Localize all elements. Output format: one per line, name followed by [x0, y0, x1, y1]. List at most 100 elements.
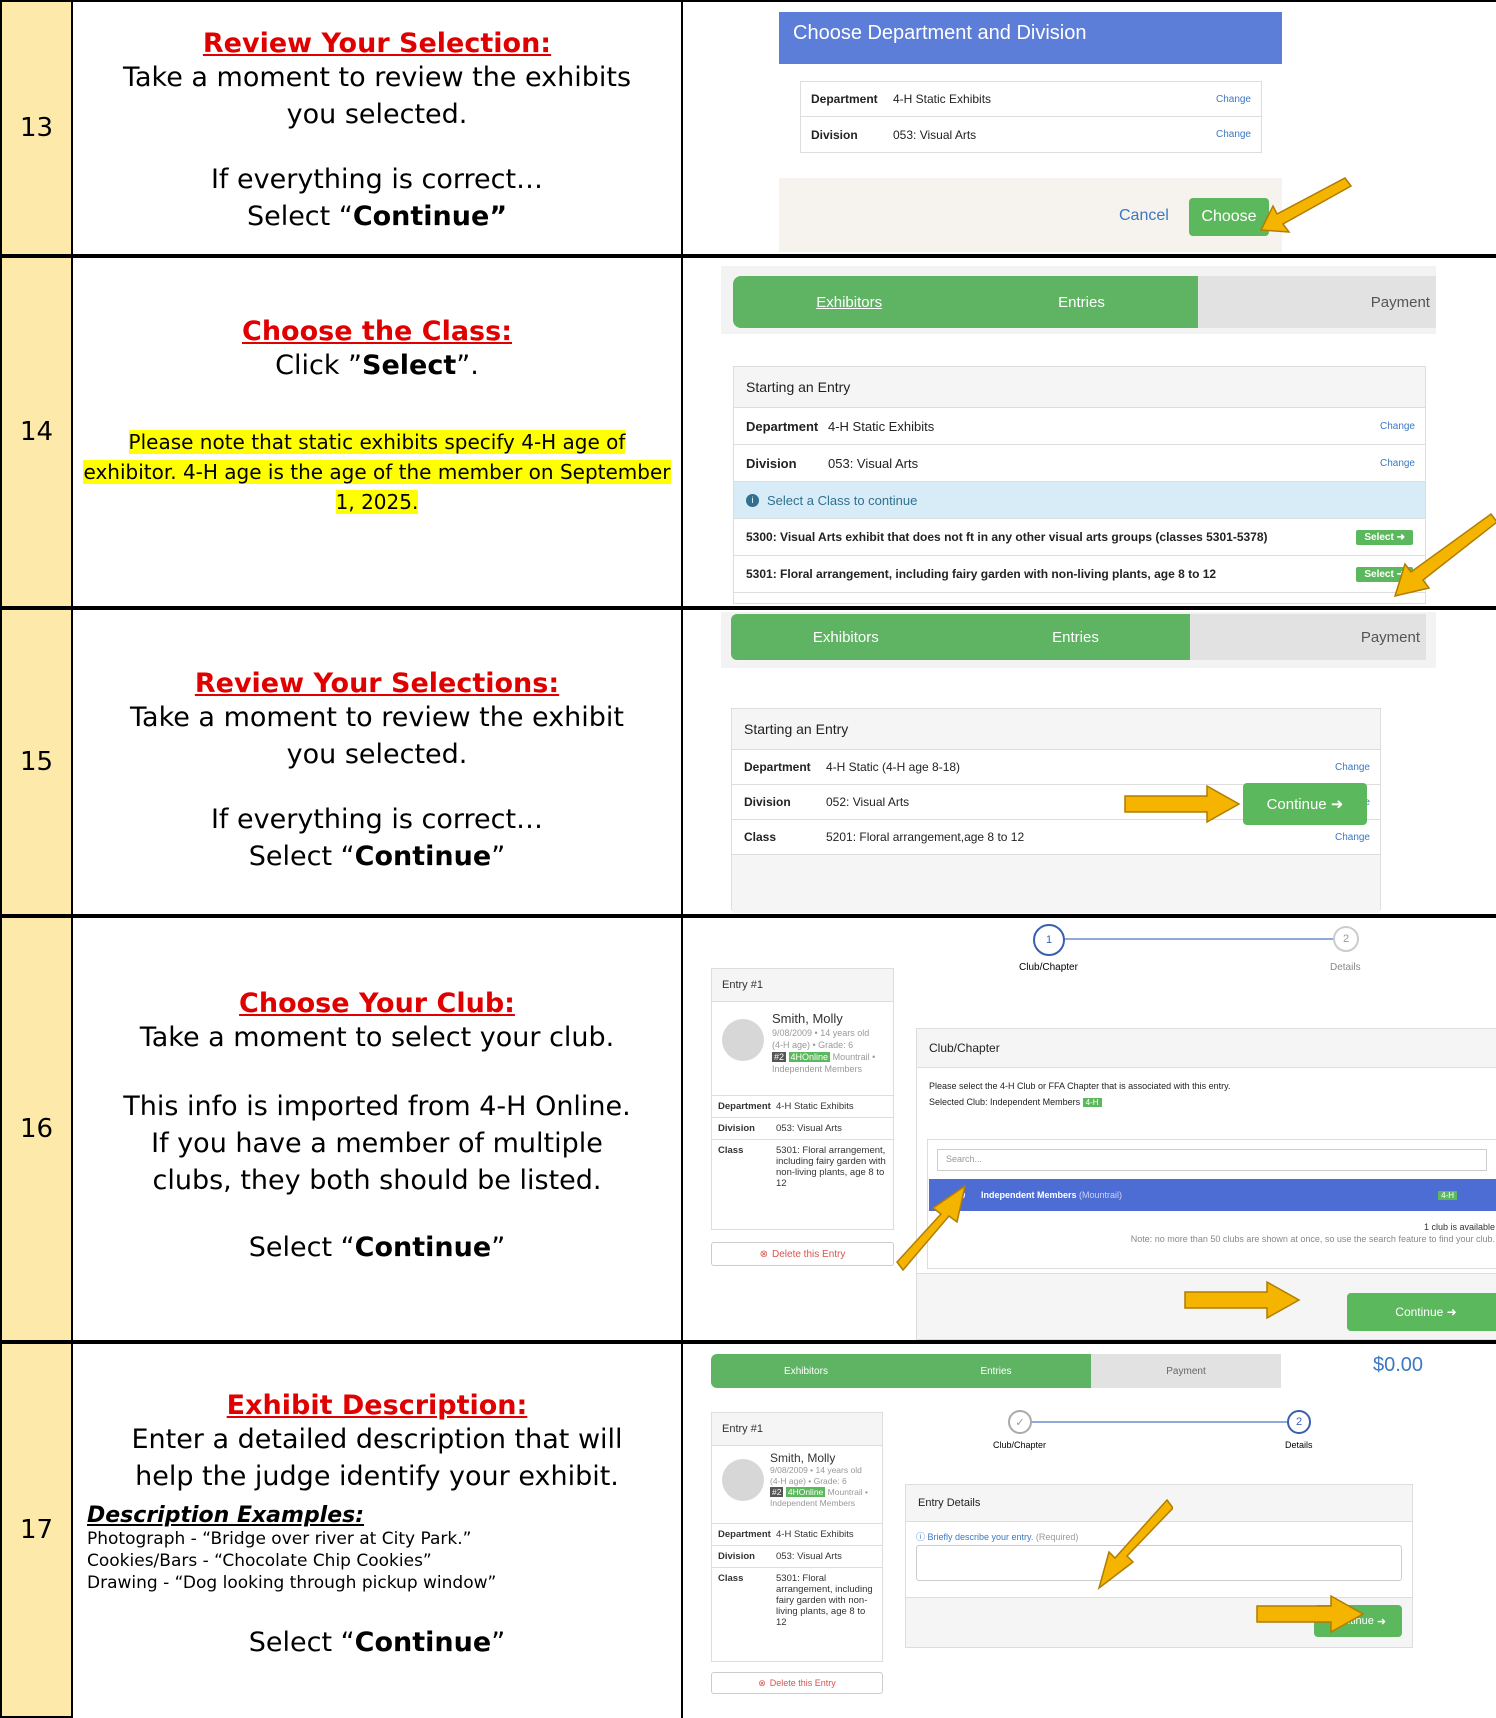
instruction-text: This info is imported from 4-H Online.: [123, 1091, 631, 1122]
pointer-arrow-icon: [1124, 784, 1241, 824]
instruction-cell: Review Your Selection: Take a moment to …: [73, 0, 681, 256]
step-heading: Choose the Class:: [242, 316, 512, 347]
exhibitor-info: 9/08/2009 • 14 years old (4-H age) • Grad…: [770, 1465, 868, 1508]
instruction-text: you selected.: [286, 739, 468, 770]
instruction-text: If everything is correct…: [210, 164, 544, 195]
step-heading: Choose Your Club:: [239, 988, 515, 1019]
row-17: 17 Exhibit Description: Enter a detailed…: [0, 1342, 1496, 1718]
step-circle: 2: [1333, 926, 1359, 952]
step-exhibitors[interactable]: Exhibitors: [733, 276, 966, 328]
change-link[interactable]: Change: [1216, 94, 1251, 105]
exhibitor-name: Smith, Molly: [770, 1451, 836, 1465]
checkmark-icon: ✓: [1008, 1410, 1032, 1434]
panel-title: Club/Chapter: [917, 1029, 1496, 1068]
step-label: Details: [1285, 1440, 1313, 1450]
instruction-text: If you have a member of multiple: [151, 1128, 603, 1159]
selection-table: Department 4-H Static Exhibits Change Divi…: [800, 81, 1262, 153]
step-payment: Payment: [1190, 614, 1427, 660]
change-link[interactable]: Change: [1380, 458, 1415, 469]
entry-title: Entry #1: [712, 969, 893, 1002]
step-label: Details: [1330, 962, 1361, 973]
step-label: Club/Chapter: [993, 1440, 1047, 1450]
row-16: 16 Choose Your Club: Take a moment to se…: [0, 916, 1496, 1342]
instruction-text: you selected.: [286, 99, 468, 130]
step-number: 15: [0, 608, 73, 916]
step-entries: Entries: [960, 614, 1191, 660]
class-option: 5300: Visual Arts exhibit that does not …: [746, 530, 1268, 544]
instruction-text: If everything is correct…: [210, 804, 544, 835]
avatar: [722, 1459, 764, 1501]
delete-entry-button[interactable]: ⊗ Delete this Entry: [711, 1242, 894, 1266]
step-heading: Review Your Selections:: [194, 668, 560, 699]
progress-steps: Exhibitors Entries Payment: [731, 614, 1427, 660]
info-icon: ⓘ: [916, 1532, 928, 1542]
row-15: 15 Review Your Selections: Take a moment…: [0, 608, 1496, 916]
step-circle: 1: [1033, 924, 1065, 956]
panel-title: Starting an Entry: [732, 709, 1380, 750]
entry-title: Entry #1: [712, 1413, 882, 1446]
step-number: 14: [0, 256, 73, 608]
instruction-text: help the judge identify your exhibit.: [135, 1461, 619, 1492]
instruction-text: Take a moment to review the exhibit: [130, 702, 624, 733]
instruction-cell: Review Your Selections: Take a moment to…: [73, 608, 681, 916]
change-link[interactable]: Change: [1216, 129, 1251, 140]
example-text: Cookies/Bars - “Chocolate Chip Cookies”: [87, 1551, 432, 1571]
club-row[interactable]: Independent Members (Mountrail) 4-H: [929, 1179, 1496, 1211]
continue-button[interactable]: Continue ➜: [1347, 1293, 1496, 1331]
delete-entry-button[interactable]: ⊗ Delete this Entry: [711, 1672, 883, 1694]
exhibitor-info: 9/08/2009 • 14 years old (4-H age) • Grad…: [772, 1028, 876, 1074]
instruction-text: Select “Continue”: [246, 201, 508, 232]
instruction-text: Click ”Select”.: [275, 350, 479, 381]
entry-card: Entry #1 Smith, Molly 9/08/2009 • 14 yea…: [711, 1412, 883, 1662]
instruction-text: Enter a detailed description that will: [131, 1424, 623, 1455]
examples-heading: Description Examples:: [87, 1503, 365, 1528]
pointer-arrow-icon: [1256, 1594, 1365, 1634]
instruction-cell: Choose the Class: Click ”Select”. Please…: [73, 256, 681, 608]
step-payment: Payment: [1197, 276, 1436, 328]
step-label: Club/Chapter: [1019, 962, 1078, 973]
step-heading: Exhibit Description:: [226, 1390, 528, 1421]
instruction-text: Take a moment to select your club.: [139, 1022, 615, 1053]
screenshot-cell: Choose Department and Division Departmen…: [681, 0, 1496, 256]
exhibitor-name: Smith, Molly: [772, 1011, 843, 1026]
progress-steps: Exhibitors Entries Payment: [711, 1354, 1281, 1388]
step-number: 17: [0, 1342, 73, 1718]
pointer-arrow-icon: [1184, 1280, 1301, 1320]
screenshot-cell: Exhibitors Entries Payment Starting an E…: [681, 608, 1496, 916]
example-text: Photograph - “Bridge over river at City …: [87, 1529, 472, 1549]
screenshot-cell: Exhibitors Entries Payment Starting an E…: [681, 256, 1496, 608]
remove-icon: ⊗: [759, 1248, 768, 1260]
order-total: $0.00: [1373, 1354, 1424, 1376]
instruction-text: Select “Continue”: [248, 1232, 506, 1263]
step-number: 16: [0, 916, 73, 1342]
pointer-arrow-icon: [1097, 1498, 1173, 1590]
step-payment: Payment: [1091, 1354, 1281, 1388]
class-option: 5301: Floral arrangement, including fair…: [746, 567, 1217, 581]
entry-card: Entry #1 Smith, Molly 9/08/2009 • 14 yea…: [711, 968, 894, 1230]
step-entries: Entries: [901, 1354, 1091, 1388]
continue-button[interactable]: Continue ➜: [1243, 783, 1367, 825]
step-exhibitors: Exhibitors: [711, 1354, 901, 1388]
change-link[interactable]: Change: [1335, 762, 1370, 773]
avatar: [722, 1019, 764, 1061]
modal-title: Choose Department and Division: [779, 12, 1282, 64]
pointer-arrow-icon: [1393, 512, 1496, 598]
pointer-arrow-icon: [896, 1184, 967, 1272]
instruction-cell: Choose Your Club: Take a moment to selec…: [73, 916, 681, 1342]
change-link[interactable]: Change: [1380, 421, 1415, 432]
progress-steps: Exhibitors Entries Payment: [733, 276, 1436, 328]
pointer-arrow-icon: [1259, 177, 1353, 233]
screenshot-cell: Exhibitors Entries Payment $0.00 Entry #…: [681, 1342, 1496, 1718]
panel-title: Starting an Entry: [734, 367, 1425, 408]
info-icon: i: [746, 493, 759, 507]
age-note: Please note that static exhibits specify…: [83, 430, 671, 514]
cancel-button[interactable]: Cancel: [1119, 207, 1169, 225]
remove-icon: ⊗: [758, 1677, 766, 1688]
entry-panel: Starting an Entry Department 4-H Static E…: [733, 366, 1426, 604]
instruction-table: 13 Review Your Selection: Take a moment …: [0, 0, 1496, 1718]
step-exhibitors: Exhibitors: [731, 614, 961, 660]
change-link[interactable]: Change: [1335, 832, 1370, 843]
step-circle: 2: [1287, 1410, 1311, 1434]
instruction-text: Take a moment to review the exhibits: [122, 62, 632, 93]
club-search-input[interactable]: Search...: [937, 1149, 1487, 1171]
